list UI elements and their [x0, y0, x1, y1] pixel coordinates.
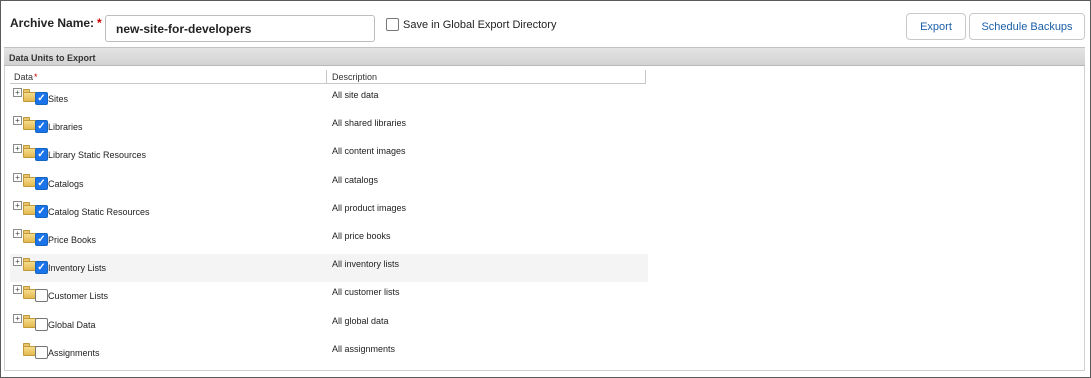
row-checkbox[interactable]: ✓ [35, 92, 48, 105]
column-resize-handle[interactable] [645, 70, 646, 84]
row-checkbox[interactable]: ✓ [35, 120, 48, 134]
row-description: All inventory lists [332, 259, 400, 270]
row-description: All customer lists [332, 287, 400, 298]
table-row[interactable]: + ✓ Price Books All price books [10, 226, 648, 254]
table-row[interactable]: + ✓ Sites All site data [10, 85, 648, 113]
row-checkbox[interactable]: ✓ [35, 233, 48, 246]
row-checkbox[interactable]: ✓ [35, 176, 48, 190]
table-row[interactable]: Assignments All assignments [10, 339, 648, 367]
row-description: All content images [332, 146, 406, 157]
plus-expander-icon[interactable]: + [13, 144, 22, 154]
row-label: Customer Lists [48, 291, 109, 302]
archive-name-label-text: Archive Name: [10, 16, 95, 30]
row-description: All site data [332, 90, 379, 100]
plus-expander-icon[interactable]: + [13, 257, 22, 267]
row-label: Global Data [48, 319, 96, 330]
row-description: All product images [332, 202, 407, 213]
row-description: All price books [332, 231, 391, 241]
table-row[interactable]: + ✓ Catalog Static Resources All product im… [10, 198, 648, 226]
table-row[interactable]: + ✓ Inventory Lists All inventory lists [10, 254, 648, 283]
plus-expander-icon[interactable]: + [13, 116, 22, 126]
column-required-mark: * [34, 72, 38, 82]
row-label: Price Books [48, 235, 97, 245]
global-export-label[interactable]: Save in Global Export Directory [403, 19, 556, 31]
plus-expander-icon[interactable]: + [13, 172, 22, 182]
archive-name-label: Archive Name: * [10, 16, 102, 30]
row-checkbox[interactable]: ✓ [35, 204, 48, 218]
row-label: Sites [48, 94, 69, 104]
plus-expander-icon[interactable]: + [13, 313, 22, 323]
row-label: Catalogs [48, 178, 84, 189]
plus-expander-icon[interactable]: + [13, 88, 22, 97]
global-export-checkbox[interactable] [386, 18, 399, 31]
table-row[interactable]: + Global Data All global data [10, 311, 648, 339]
row-description: All assignments [332, 343, 396, 354]
archive-name-input[interactable] [105, 15, 375, 42]
row-label: Inventory Lists [48, 263, 107, 274]
row-checkbox[interactable] [35, 345, 48, 359]
plus-expander-icon[interactable]: + [13, 229, 22, 238]
row-checkbox[interactable] [35, 317, 48, 331]
column-header-data-text: Data [14, 72, 34, 82]
row-label: Catalog Static Resources [48, 206, 150, 217]
row-checkbox[interactable]: ✓ [35, 261, 48, 275]
row-checkbox[interactable]: ✓ [35, 148, 48, 162]
row-description: All catalogs [332, 174, 379, 185]
plus-expander-icon[interactable]: + [13, 285, 22, 295]
row-label: Library Static Resources [48, 150, 147, 161]
section-title: Data Units to Export [9, 53, 96, 63]
table-row[interactable]: + ✓ Libraries All shared libraries [10, 113, 648, 141]
table-row[interactable]: + Customer Lists All customer lists [10, 282, 648, 310]
export-button[interactable]: Export [906, 13, 966, 40]
section-header: Data Units to Export [4, 47, 1085, 66]
plus-expander-icon[interactable]: + [13, 200, 22, 210]
required-mark: * [97, 16, 102, 30]
column-header-data[interactable]: Data* [14, 72, 38, 82]
row-description: All global data [332, 315, 389, 326]
row-description: All shared libraries [332, 118, 407, 129]
row-label: Assignments [48, 347, 100, 358]
row-checkbox[interactable] [35, 289, 48, 303]
table-row[interactable]: + ✓ Library Static Resources All content im… [10, 141, 648, 169]
grid-header: Data* Description [10, 70, 646, 84]
table-row[interactable]: + ✓ Catalogs All catalogs [10, 170, 648, 198]
row-label: Libraries [48, 122, 83, 133]
schedule-backups-button[interactable]: Schedule Backups [969, 13, 1085, 40]
column-resize-handle[interactable] [326, 70, 327, 84]
column-header-description[interactable]: Description [332, 72, 377, 82]
